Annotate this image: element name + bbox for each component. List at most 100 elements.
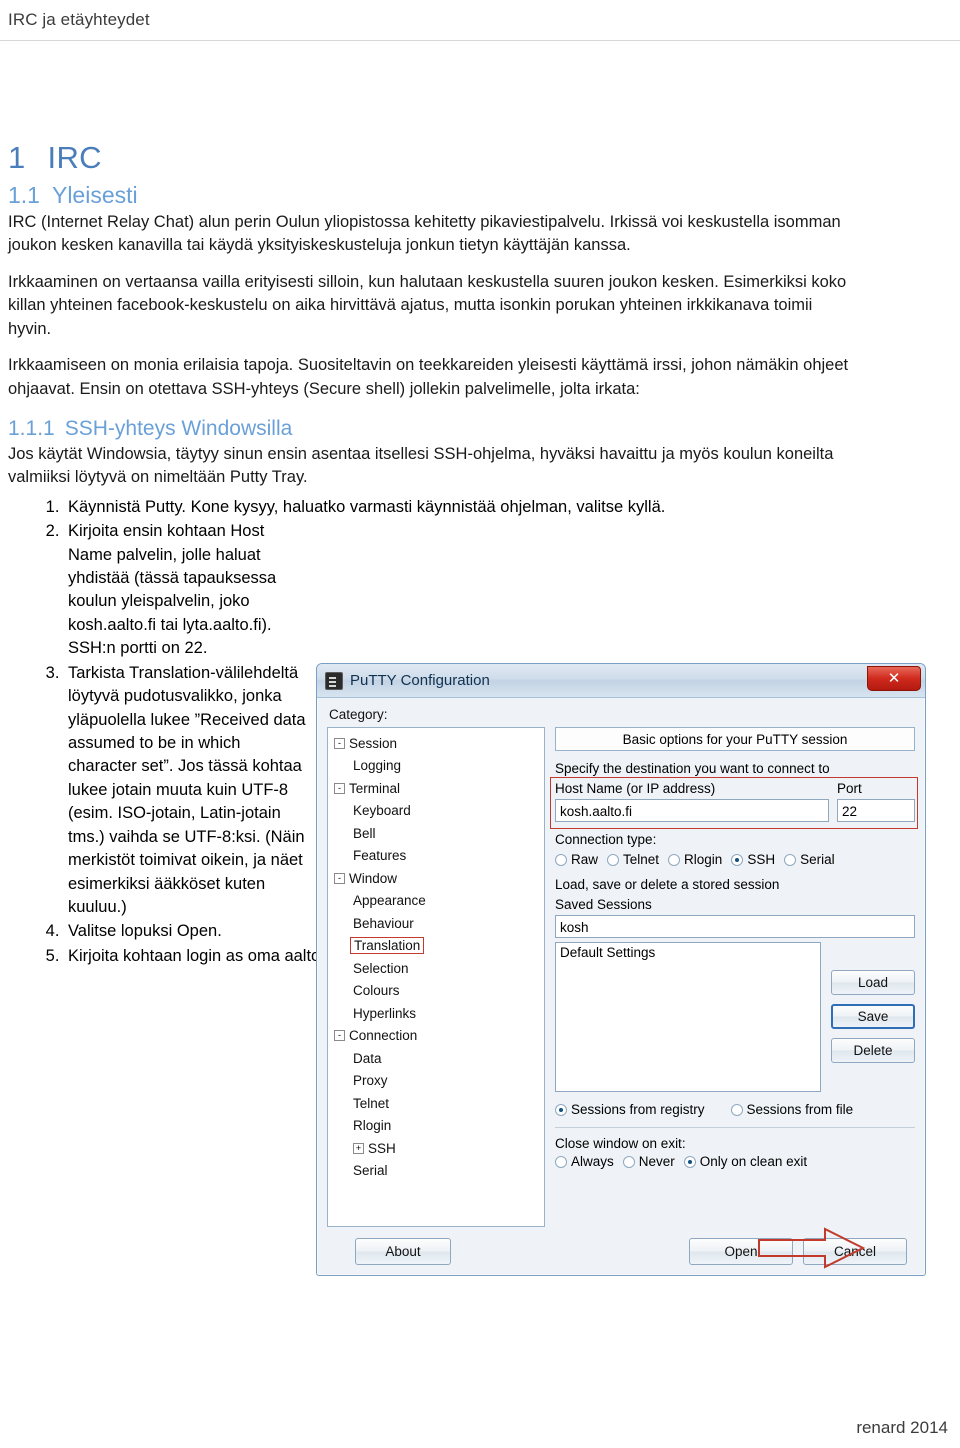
tree-item-keyboard[interactable]: Keyboard: [330, 800, 544, 823]
host-name-field-wrap: Host Name (or IP address) kosh.aalto.fi: [555, 781, 829, 822]
tree-item-proxy[interactable]: Proxy: [330, 1070, 544, 1093]
putty-window: PuTTY Configuration ✕ Category: - Session…: [316, 663, 926, 1276]
tree-item-telnet[interactable]: Telnet: [330, 1092, 544, 1115]
radio-sessions-from-file[interactable]: Sessions from file: [730, 1102, 854, 1117]
tree-item-features[interactable]: Features: [330, 845, 544, 868]
panel-divider: [555, 1127, 915, 1128]
port-field-wrap: Port 22: [837, 781, 915, 822]
tree-item-data[interactable]: Data: [330, 1047, 544, 1070]
tree-item-terminal[interactable]: - Terminal: [330, 777, 544, 800]
tree-item-selection[interactable]: Selection: [330, 957, 544, 980]
heading-1-text: IRC: [47, 140, 102, 175]
radio-always[interactable]: Always: [555, 1154, 614, 1169]
port-input[interactable]: 22: [837, 799, 915, 822]
page-header-title: IRC ja etäyhteydet: [8, 10, 150, 29]
radio-raw[interactable]: Raw: [555, 852, 598, 867]
load-save-group: Load, save or delete a stored session Sa…: [555, 877, 915, 1117]
header-divider: [0, 40, 960, 41]
about-button[interactable]: About: [355, 1238, 451, 1265]
list-item[interactable]: Default Settings: [560, 945, 816, 960]
heading-1: 1 IRC: [8, 140, 858, 176]
category-tree[interactable]: - Session Logging - Terminal Keyboard Bell…: [328, 728, 544, 1182]
heading-1-1-1-text: SSH-yhteys Windowsilla: [64, 416, 293, 440]
expander-icon[interactable]: -: [334, 1030, 345, 1042]
radio-only-on-clean-exit[interactable]: Only on clean exit: [683, 1154, 808, 1169]
expander-icon[interactable]: +: [353, 1142, 364, 1154]
tree-item-hyperlinks[interactable]: Hyperlinks: [330, 1002, 544, 1025]
putty-configuration-screenshot: PuTTY Configuration ✕ Category: - Session…: [316, 663, 926, 1276]
paragraph-intro: IRC (Internet Relay Chat) alun perin Oul…: [8, 213, 841, 255]
putty-window-title: PuTTY Configuration: [350, 672, 490, 689]
expander-icon[interactable]: -: [334, 737, 345, 749]
tree-item-ssh[interactable]: + SSH: [330, 1137, 544, 1160]
step-text: Käynnistä Putty. Kone kysyy, haluatko va…: [68, 497, 666, 516]
tree-item-label: Behaviour: [353, 915, 414, 931]
tree-item-window[interactable]: - Window: [330, 867, 544, 890]
close-on-exit-label: Close window on exit:: [555, 1136, 686, 1151]
saved-session-buttons: Load Save Delete: [831, 942, 915, 1092]
tree-item-label: Bell: [353, 825, 376, 841]
putty-app-icon: [325, 671, 343, 690]
tree-item-label: Translation: [350, 937, 425, 955]
radio-label: Never: [638, 1154, 675, 1169]
tree-item-logging[interactable]: Logging: [330, 755, 544, 778]
radio-icon: [622, 1155, 635, 1168]
session-options-panel: Basic options for your PuTTY session Spe…: [550, 727, 918, 1169]
heading-1-1-1: 1.1.1 SSH-yhteys Windowsilla: [8, 417, 858, 441]
radio-never[interactable]: Never: [622, 1154, 675, 1169]
load-button[interactable]: Load: [831, 970, 915, 995]
radio-ssh[interactable]: SSH: [731, 852, 775, 867]
tree-item-label: Connection: [349, 1028, 418, 1044]
radio-icon: [555, 1103, 567, 1116]
close-icon[interactable]: ✕: [867, 666, 921, 691]
tree-item-bell[interactable]: Bell: [330, 822, 544, 845]
radio-label: Serial: [800, 852, 835, 867]
tree-item-label: Serial: [353, 1163, 388, 1179]
tree-item-label: Rlogin: [353, 1118, 392, 1134]
connection-type-label: Connection type:: [555, 832, 657, 847]
delete-button[interactable]: Delete: [831, 1038, 915, 1063]
tree-item-rlogin[interactable]: Rlogin: [330, 1115, 544, 1138]
radio-label: SSH: [747, 852, 776, 867]
radio-label: Sessions from file: [746, 1102, 854, 1117]
tree-item-connection[interactable]: - Connection: [330, 1025, 544, 1048]
radio-label: Only on clean exit: [699, 1154, 808, 1169]
tree-item-label: Keyboard: [353, 803, 411, 819]
tree-item-appearance[interactable]: Appearance: [330, 890, 544, 913]
saved-sessions-list[interactable]: Default Settings: [555, 942, 821, 1092]
tree-item-session[interactable]: - Session: [330, 732, 544, 755]
panel-header: Basic options for your PuTTY session: [555, 727, 915, 751]
radio-label: Raw: [571, 852, 599, 867]
tree-item-label: SSH: [368, 1140, 396, 1156]
radio-serial[interactable]: Serial: [784, 852, 835, 867]
host-name-input[interactable]: kosh.aalto.fi: [555, 799, 829, 822]
tree-item-label: Terminal: [349, 780, 401, 796]
category-tree-panel[interactable]: - Session Logging - Terminal Keyboard Bell…: [327, 727, 545, 1227]
host-port-row: Host Name (or IP address) kosh.aalto.fi …: [555, 781, 915, 822]
tree-item-behaviour[interactable]: Behaviour: [330, 912, 544, 935]
save-button[interactable]: Save: [831, 1004, 915, 1029]
destination-group-title: Specify the destination you want to conn…: [555, 761, 830, 776]
radio-icon: [784, 853, 797, 866]
tree-item-translation[interactable]: Translation: [330, 935, 544, 958]
tree-item-label: Colours: [353, 983, 400, 999]
radio-label: Rlogin: [684, 852, 723, 867]
radio-icon: [683, 1155, 696, 1168]
tree-item-serial[interactable]: Serial: [330, 1160, 544, 1183]
saved-session-input[interactable]: kosh: [555, 915, 915, 938]
list-item: Tarkista Translation-välilehdeltä löytyv…: [64, 662, 312, 920]
radio-telnet[interactable]: Telnet: [607, 852, 659, 867]
tree-item-colours[interactable]: Colours: [330, 980, 544, 1003]
radio-icon: [555, 853, 567, 866]
expander-icon[interactable]: -: [334, 782, 345, 794]
heading-1-number: 1: [8, 140, 26, 175]
expander-icon[interactable]: -: [334, 872, 345, 884]
radio-label: Sessions from registry: [571, 1102, 705, 1117]
saved-sessions-label: Saved Sessions: [555, 897, 652, 912]
saved-sessions-area: Default Settings Load Save Delete: [555, 942, 915, 1092]
tree-item-label: Session: [349, 735, 398, 751]
heading-1-1-1-number: 1.1.1: [8, 416, 55, 440]
putty-titlebar: PuTTY Configuration ✕: [317, 664, 925, 698]
radio-rlogin[interactable]: Rlogin: [668, 852, 722, 867]
radio-sessions-from-registry[interactable]: Sessions from registry: [555, 1102, 705, 1117]
